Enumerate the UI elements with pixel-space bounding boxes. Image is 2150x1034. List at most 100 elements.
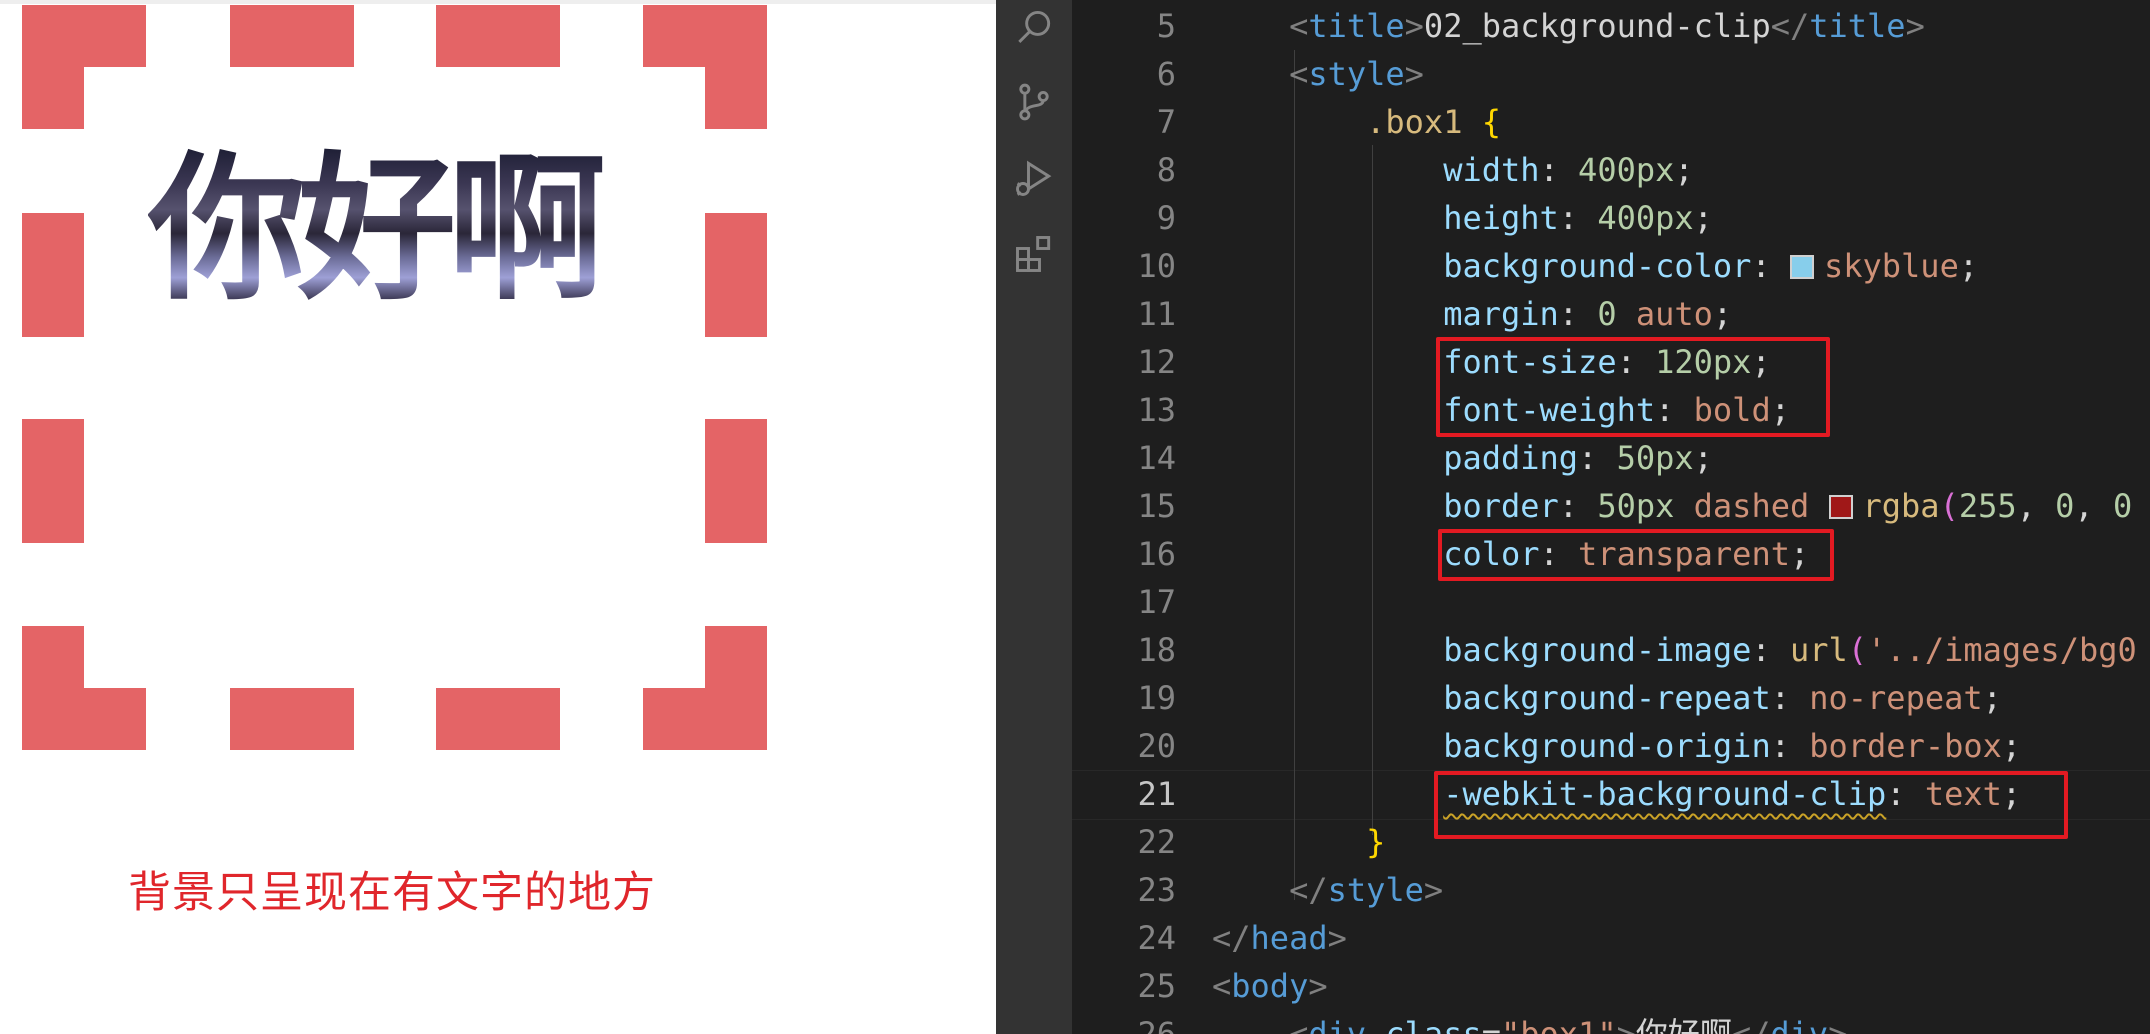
code-token: > — [1423, 871, 1444, 909]
code-line[interactable]: 9 height: 400px; — [1072, 194, 2150, 242]
color-swatch[interactable] — [1789, 255, 1814, 279]
code-token: < — [1212, 967, 1232, 1005]
code-token: = — [1481, 1015, 1501, 1034]
code-token: border — [1443, 487, 1559, 525]
code-area[interactable]: 5 <title>02_background-clip</title> 6 <st… — [1072, 0, 2150, 1034]
activity-bar — [996, 0, 1072, 1034]
line-number: 10 — [1137, 247, 1176, 285]
line-number: 8 — [1156, 151, 1176, 189]
code-line[interactable]: 18 background-image: url('../images/bg0 — [1072, 626, 2150, 674]
line-number: 21 — [1137, 775, 1176, 813]
code-token: </ — [1770, 7, 1810, 45]
line-number: 22 — [1137, 823, 1176, 861]
code-line[interactable]: 17 — [1072, 578, 2150, 626]
code-line[interactable]: 26 <div class="box1">你好啊</div> — [1072, 1010, 2150, 1034]
code-token: : — [1578, 439, 1617, 477]
code-text: <div class="box1">你好啊</div> — [1212, 1010, 1847, 1034]
code-line[interactable]: 14 padding: 50px; — [1072, 434, 2150, 482]
code-line[interactable]: 20 background-origin: border-box; — [1072, 722, 2150, 770]
code-text: height: 400px; — [1212, 194, 1713, 242]
border-dash — [230, 5, 354, 67]
extensions-icon[interactable] — [1012, 232, 1056, 276]
color-swatch[interactable] — [1828, 495, 1853, 519]
preview-top-edge — [0, 0, 996, 4]
run-debug-icon[interactable] — [1012, 156, 1056, 200]
preview-panel: 你好啊 背景只呈现在有文字的地方 — [0, 0, 996, 1034]
code-text: } — [1212, 818, 1385, 866]
code-line[interactable]: 11 margin: 0 auto; — [1072, 290, 2150, 338]
code-line[interactable]: 25 <body> — [1072, 962, 2150, 1010]
code-line[interactable]: 8 width: 400px; — [1072, 146, 2150, 194]
code-token: .box1 — [1366, 103, 1463, 141]
code-line[interactable]: 24 </head> — [1072, 914, 2150, 962]
code-token: border-box — [1809, 727, 2002, 765]
code-line[interactable]: 6 <style> — [1072, 50, 2150, 98]
code-line[interactable]: 10 background-color: skyblue; — [1072, 242, 2150, 290]
border-dash — [436, 688, 560, 750]
code-token: : — [1558, 199, 1598, 237]
code-line[interactable]: 23 </style> — [1072, 866, 2150, 914]
line-number: 7 — [1156, 103, 1176, 141]
code-token: > — [1905, 7, 1925, 45]
code-text: <body> — [1212, 962, 1328, 1010]
code-text: border: 50px dashed rgba(255, 0, 0 — [1212, 482, 2132, 530]
search-icon[interactable] — [1012, 6, 1056, 50]
code-token: ; — [1674, 151, 1694, 189]
line-number: 16 — [1137, 535, 1176, 573]
code-token: background-origin — [1443, 727, 1771, 765]
border-corner — [643, 626, 767, 750]
code-token: > — [1327, 919, 1347, 957]
code-token: 0 — [2112, 487, 2133, 525]
clipped-text: 你好啊 — [148, 145, 628, 315]
code-text: </head> — [1212, 914, 1347, 962]
line-number: 15 — [1137, 487, 1176, 525]
code-token: height — [1443, 199, 1559, 237]
code-token: ; — [1958, 247, 1979, 285]
code-token: '../images/bg0 — [1867, 631, 2137, 669]
highlight-color-rule — [1438, 529, 1834, 581]
code-text: <title>02_background-clip</title> — [1212, 2, 1925, 50]
code-token: 255 — [1958, 487, 2017, 525]
line-number: 23 — [1137, 871, 1176, 909]
code-token: 400px — [1597, 199, 1694, 237]
code-token: < — [1289, 55, 1309, 93]
code-line[interactable]: 7 .box1 { — [1072, 98, 2150, 146]
code-token: background-repeat — [1443, 679, 1771, 717]
code-token: > — [1404, 55, 1424, 93]
code-token: 400px — [1578, 151, 1675, 189]
code-token: no-repeat — [1809, 679, 1983, 717]
code-token: } — [1366, 823, 1386, 861]
border-corner — [22, 5, 146, 129]
border-dash — [705, 419, 767, 543]
code-line[interactable]: 19 background-repeat: no-repeat; — [1072, 674, 2150, 722]
code-token: < — [1289, 1015, 1309, 1034]
line-number: 20 — [1137, 727, 1176, 765]
code-token: rgba — [1862, 487, 1940, 525]
code-token: ; — [1982, 679, 2002, 717]
code-text: background-image: url('../images/bg0 — [1212, 626, 2137, 674]
border-dash — [230, 688, 354, 750]
code-line[interactable]: 15 border: 50px dashed rgba(255, 0, 0 — [1072, 482, 2150, 530]
code-text: width: 400px; — [1212, 146, 1694, 194]
code-editor: 5 <title>02_background-clip</title> 6 <st… — [996, 0, 2150, 1034]
code-token: </ — [1212, 919, 1251, 957]
code-text: background-color: skyblue; — [1212, 242, 1978, 290]
code-token: dashed — [1693, 487, 1810, 525]
code-line[interactable]: 5 <title>02_background-clip</title> — [1072, 2, 2150, 50]
line-number: 19 — [1137, 679, 1176, 717]
code-token: div — [1308, 1015, 1367, 1034]
line-number: 18 — [1137, 631, 1176, 669]
source-control-icon[interactable] — [1012, 80, 1056, 124]
code-text: padding: 50px; — [1212, 434, 1713, 482]
code-token: ; — [1712, 295, 1733, 333]
